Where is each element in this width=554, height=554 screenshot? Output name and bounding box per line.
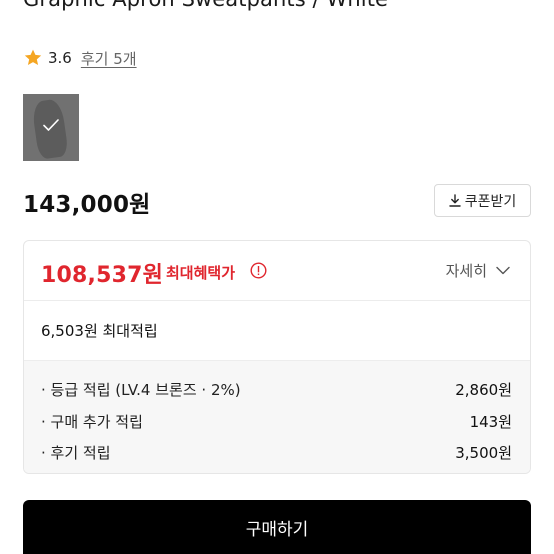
buy-button[interactable]: 구매하기 [23,500,531,554]
max-benefit-price: 108,537원 [41,263,164,288]
product-price: 143,000원 [23,192,151,218]
points-row-label: · 등급 적립 (LV.4 브론즈 · 2%) [41,381,241,399]
star-icon [24,49,42,65]
details-label: 자세히 [445,262,487,280]
buy-button-label: 구매하기 [245,519,309,540]
benefit-header: 108,537원 최대혜택가 자세히 [24,241,530,301]
product-title: Graphic Apron Sweatpants / White [23,0,388,11]
chevron-down-icon [496,266,510,275]
points-row-amount: 3,500원 [455,444,512,462]
product-thumbnail[interactable] [23,94,79,161]
coupon-download-button[interactable]: 쿠폰받기 [434,184,531,217]
points-row-purchase: · 구매 추가 적립 143원 [41,411,512,432]
max-benefit-label: 최대혜택가 [166,264,236,282]
points-row-label: · 구매 추가 적립 [41,413,143,431]
review-count-link[interactable]: 후기 5개 [81,48,137,69]
benefit-panel: 108,537원 최대혜택가 자세히 6,503원 최대적립 · 등급 적립 (… [23,240,531,474]
max-points-total: 6,503원 최대적립 [41,322,158,340]
points-row-amount: 2,860원 [455,381,512,399]
points-breakdown: · 등급 적립 (LV.4 브론즈 · 2%) 2,860원 · 구매 추가 적… [24,360,530,473]
rating-value: 3.6 [48,49,72,67]
check-icon [43,119,59,131]
points-row-label: · 후기 적립 [41,444,111,462]
points-row-review: · 후기 적립 3,500원 [41,442,512,463]
info-icon[interactable] [250,262,267,279]
rating: 3.6 후기 5개 [23,47,137,69]
points-row-amount: 143원 [469,413,512,431]
coupon-button-label: 쿠폰받기 [464,193,517,210]
points-row-grade: · 등급 적립 (LV.4 브론즈 · 2%) 2,860원 [41,379,512,400]
details-toggle[interactable]: 자세히 [446,260,510,281]
download-icon [449,194,461,207]
